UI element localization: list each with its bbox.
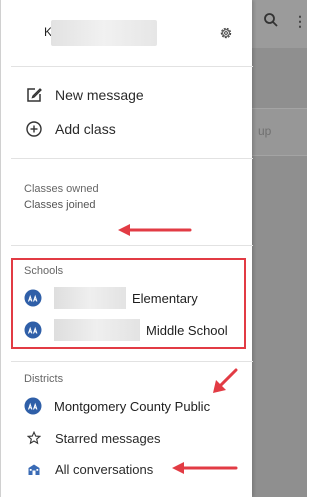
annotation-arrow xyxy=(172,462,238,474)
divider xyxy=(11,361,253,362)
more-options-icon[interactable]: ⋮ xyxy=(293,14,307,28)
district-item[interactable]: Montgomery County Public xyxy=(24,395,210,417)
new-message-label: New message xyxy=(55,87,144,103)
all-conversations-link[interactable]: All conversations xyxy=(24,458,153,480)
search-icon[interactable] xyxy=(263,12,279,28)
add-class-button[interactable]: Add class xyxy=(24,118,116,140)
dimmed-app-text: up xyxy=(258,124,272,138)
annotation-arrow xyxy=(118,224,192,236)
star-icon xyxy=(24,428,44,448)
dimmed-app-backdrop[interactable] xyxy=(252,0,307,497)
school-building-icon xyxy=(24,459,44,479)
divider xyxy=(11,245,253,246)
compose-icon xyxy=(24,85,44,105)
district-item-label: Montgomery County Public xyxy=(54,398,211,414)
annotation-highlight-box xyxy=(11,258,246,349)
gear-icon[interactable] xyxy=(219,26,233,40)
redacted-name xyxy=(51,20,157,46)
all-conversations-label: All conversations xyxy=(55,461,154,477)
divider xyxy=(11,158,253,159)
starred-messages-label: Starred messages xyxy=(55,430,161,446)
districts-section-label: Districts xyxy=(24,373,64,385)
classes-joined-link[interactable]: Classes joined xyxy=(24,199,96,211)
new-message-button[interactable]: New message xyxy=(24,84,144,106)
classes-owned-link[interactable]: Classes owned xyxy=(24,183,99,195)
divider xyxy=(11,66,253,67)
starred-messages-link[interactable]: Starred messages xyxy=(24,427,161,449)
district-icon xyxy=(24,397,42,415)
plus-circle-icon xyxy=(24,119,44,139)
navigation-drawer: K New message Add class Classes owned Cl… xyxy=(0,0,253,497)
add-class-label: Add class xyxy=(55,121,116,137)
annotation-arrow xyxy=(213,368,238,393)
